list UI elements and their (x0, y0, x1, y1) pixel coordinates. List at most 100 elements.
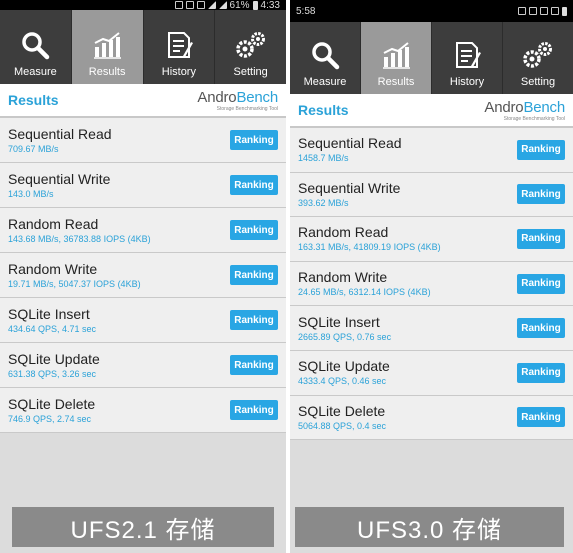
result-text: SQLite Insert 434.64 QPS, 4.71 sec (8, 306, 96, 335)
result-title: SQLite Delete (8, 395, 96, 412)
ranking-button[interactable]: Ranking (517, 139, 565, 160)
tab-history[interactable]: History (144, 10, 216, 84)
result-title: Random Read (8, 215, 99, 232)
tab-setting[interactable]: Setting (503, 22, 573, 94)
result-row: SQLite Update 631.38 QPS, 3.26 sec Ranking (0, 343, 286, 388)
result-value: 746.9 QPS, 2.74 sec (8, 413, 92, 424)
result-row: SQLite Delete 5064.88 QPS, 0.4 sec Ranking (290, 395, 573, 441)
ranking-button[interactable]: Ranking (517, 318, 565, 339)
status-time: 5:58 (296, 5, 316, 17)
result-text: Random Write 24.65 MB/s, 6312.14 IOPS (4K… (298, 269, 431, 298)
result-row: SQLite Update 4333.4 QPS, 0.46 sec Ranking (290, 350, 573, 396)
result-value: 5064.88 QPS, 0.4 sec (298, 420, 387, 431)
status-bar: 5:58 (290, 0, 573, 22)
brand-andro: Andro (197, 88, 237, 106)
androbench-logo: AndroBench Storage Benchmarking Tool (484, 99, 565, 122)
nfc-icon (174, 1, 183, 9)
ranking-button[interactable]: Ranking (230, 130, 278, 150)
nfc-icon (518, 7, 526, 15)
gears-icon (234, 30, 268, 66)
ranking-button[interactable]: Ranking (517, 184, 565, 205)
results-title: Results (8, 92, 59, 108)
tab-label: History (161, 66, 196, 78)
alarm-icon (196, 1, 205, 9)
ranking-button[interactable]: Ranking (517, 273, 565, 294)
result-title: Sequential Write (8, 170, 111, 187)
brand-tagline: Storage Benchmarking Tool (216, 105, 278, 112)
result-value: 4333.4 QPS, 0.46 sec (298, 376, 387, 387)
signal-icon (207, 1, 216, 9)
tab-results[interactable]: Results (71, 10, 144, 84)
ranking-button[interactable]: Ranking (230, 265, 278, 285)
status-bar: 61% 4:33 (0, 0, 286, 11)
result-title: Sequential Write (298, 179, 401, 196)
battery-icon (562, 6, 567, 16)
result-text: SQLite Delete 5064.88 QPS, 0.4 sec (298, 403, 386, 432)
ranking-button[interactable]: Ranking (230, 400, 278, 420)
status-icons (518, 6, 567, 16)
ranking-button[interactable]: Ranking (230, 220, 278, 240)
result-text: SQLite Insert 2665.89 QPS, 0.76 sec (298, 314, 391, 343)
result-title: Random Write (298, 269, 388, 286)
tab-bar: Measure Results History Setting (290, 22, 573, 94)
result-row: Sequential Read 709.67 MB/s Ranking (0, 118, 286, 163)
result-row: Sequential Write 393.62 MB/s Ranking (290, 172, 573, 218)
bar-chart-icon (92, 30, 122, 66)
signal-2-icon (218, 1, 227, 9)
result-row: Sequential Read 1458.7 MB/s Ranking (290, 128, 573, 173)
ranking-button[interactable]: Ranking (230, 355, 278, 375)
document-icon (452, 40, 482, 76)
tab-results[interactable]: Results (361, 22, 432, 94)
wifi-off-icon (540, 7, 548, 15)
tab-measure[interactable]: Measure (290, 22, 361, 94)
result-text: SQLite Delete 746.9 QPS, 2.74 sec (8, 396, 95, 425)
result-text: Random Write 19.71 MB/s, 5047.37 IOPS (4K… (8, 261, 141, 290)
result-value: 709.67 MB/s (8, 143, 59, 154)
tab-label: Setting (520, 76, 556, 88)
brand-tagline: Storage Benchmarking Tool (503, 115, 565, 122)
result-title: Sequential Read (298, 135, 402, 152)
ranking-button[interactable]: Ranking (230, 175, 278, 195)
result-value: 631.38 QPS, 3.26 sec (8, 368, 97, 379)
result-title: SQLite Delete (298, 402, 386, 419)
result-row: SQLite Delete 746.9 QPS, 2.74 sec Ranking (0, 388, 286, 433)
bar-chart-icon (381, 40, 411, 76)
result-value: 163.31 MB/s, 41809.19 IOPS (4KB) (298, 242, 441, 253)
result-row: SQLite Insert 434.64 QPS, 4.71 sec Ranking (0, 298, 286, 343)
results-header: Results AndroBench Storage Benchmarking To… (0, 84, 286, 118)
result-value: 19.71 MB/s, 5047.37 IOPS (4KB) (8, 278, 141, 289)
result-text: Random Read 163.31 MB/s, 41809.19 IOPS (4… (298, 224, 441, 253)
result-value: 2665.89 QPS, 0.76 sec (298, 331, 392, 342)
result-row: Random Write 19.71 MB/s, 5047.37 IOPS (4K… (0, 253, 286, 298)
ranking-button[interactable]: Ranking (517, 407, 565, 428)
vibrate-icon (185, 1, 194, 9)
status-clock: 4:33 (260, 0, 280, 11)
ranking-button[interactable]: Ranking (230, 310, 278, 330)
result-text: Sequential Read 1458.7 MB/s (298, 135, 402, 164)
result-value: 24.65 MB/s, 6312.14 IOPS (4KB) (298, 287, 431, 298)
status-icons: 61% 4:33 (174, 0, 280, 11)
tab-measure[interactable]: Measure (0, 10, 72, 84)
tab-history[interactable]: History (432, 22, 503, 94)
ranking-button[interactable]: Ranking (517, 362, 565, 383)
left-phone-screen: 61% 4:33 Measure Results History Setting Resul… (0, 0, 286, 553)
tab-setting[interactable]: Setting (215, 10, 286, 84)
results-header: Results AndroBench Storage Benchmarking To… (290, 94, 573, 128)
battery-icon (252, 0, 258, 10)
result-value: 143.68 MB/s, 36783.88 IOPS (4KB) (8, 233, 151, 244)
brand-bench: Bench (523, 98, 565, 116)
result-title: Random Write (8, 260, 98, 277)
result-title: Sequential Read (8, 125, 112, 142)
results-title: Results (298, 102, 349, 118)
result-title: Random Read (298, 224, 389, 241)
ranking-button[interactable]: Ranking (517, 228, 565, 249)
tab-label: Measure (13, 66, 57, 78)
magnifier-icon (310, 40, 340, 76)
result-row: Random Write 24.65 MB/s, 6312.14 IOPS (4K… (290, 261, 573, 307)
result-value: 393.62 MB/s (298, 197, 349, 208)
battery-percent: 61% (229, 0, 250, 11)
brand-name: AndroBench (197, 89, 278, 106)
result-text: Sequential Write 393.62 MB/s (298, 180, 400, 209)
result-text: SQLite Update 4333.4 QPS, 0.46 sec (298, 358, 390, 387)
result-row: Sequential Write 143.0 MB/s Ranking (0, 163, 286, 208)
